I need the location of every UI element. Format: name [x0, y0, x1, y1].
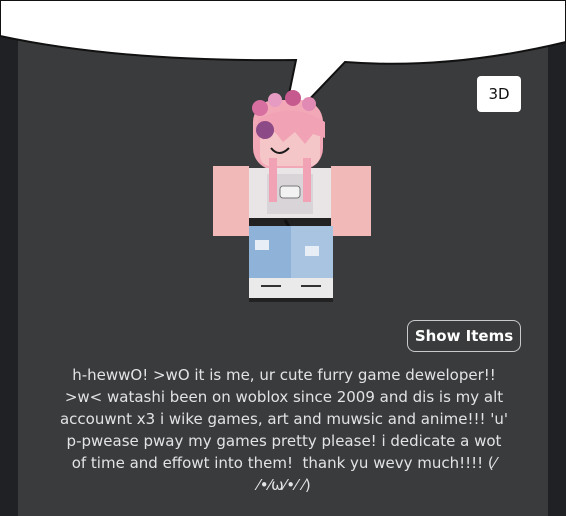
profile-about-text: h-hewwO! >wO it is me, ur cute furry gam…	[59, 366, 509, 494]
toggle-3d-button[interactable]: 3D	[477, 76, 521, 112]
profile-avatar-section: 3D Show Items h-hewwO! >wO it is me, ur …	[0, 0, 566, 516]
show-items-button[interactable]: Show Items	[407, 320, 521, 352]
left-rail	[0, 0, 18, 516]
avatar-figure	[213, 90, 371, 302]
right-rail	[548, 0, 566, 516]
